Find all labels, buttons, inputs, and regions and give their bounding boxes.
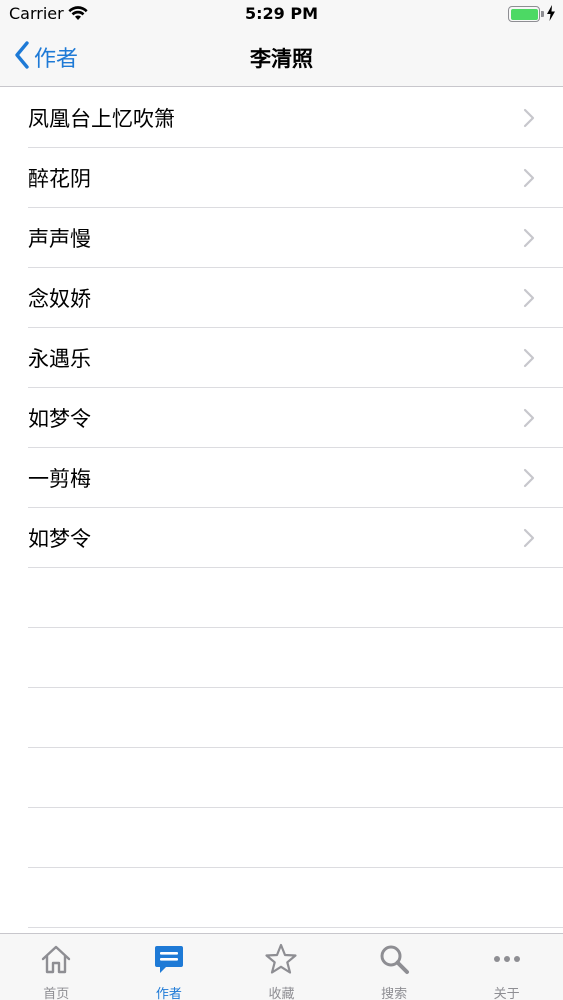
list-item[interactable]: 凤凰台上忆吹箫 xyxy=(0,88,563,148)
list-item-label: 声声慢 xyxy=(28,227,91,251)
empty-row xyxy=(0,808,563,868)
list-item-label: 醉花阴 xyxy=(28,167,91,191)
chevron-right-icon xyxy=(523,408,535,432)
tab-label: 搜索 xyxy=(381,987,408,1000)
tab-home[interactable]: 首页 xyxy=(0,934,113,1000)
list-item[interactable]: 如梦令 xyxy=(0,388,563,448)
chevron-right-icon xyxy=(523,528,535,552)
list-item[interactable]: 声声慢 xyxy=(0,208,563,268)
navigation-bar: 作者 李清照 xyxy=(0,28,563,87)
back-button[interactable]: 作者 xyxy=(14,41,78,73)
chevron-left-icon xyxy=(14,41,30,73)
chat-bubble-icon xyxy=(152,942,186,976)
list-item[interactable]: 醉花阴 xyxy=(0,148,563,208)
empty-row xyxy=(0,868,563,928)
charging-bolt-icon xyxy=(546,5,556,25)
list-item-label: 凤凰台上忆吹箫 xyxy=(28,107,175,131)
more-icon xyxy=(490,942,524,976)
list-item[interactable]: 念奴娇 xyxy=(0,268,563,328)
battery-icon xyxy=(508,6,544,22)
home-icon xyxy=(39,942,73,976)
list-item-label: 如梦令 xyxy=(28,407,91,431)
list-item-label: 永遇乐 xyxy=(28,347,91,371)
empty-row xyxy=(0,748,563,808)
tab-authors[interactable]: 作者 xyxy=(113,934,226,1000)
poem-list: 凤凰台上忆吹箫 醉花阴 声声慢 念奴娇 永遇乐 如梦令 一剪梅 如梦令 xyxy=(0,88,563,933)
chevron-right-icon xyxy=(523,228,535,252)
chevron-right-icon xyxy=(523,348,535,372)
star-icon xyxy=(264,942,298,976)
empty-row xyxy=(0,628,563,688)
chevron-right-icon xyxy=(523,468,535,492)
tab-search[interactable]: 搜索 xyxy=(338,934,451,1000)
app-screen: Carrier 5:29 PM 作者 李清照 凤凰台上忆吹箫 醉花阴 声声慢 念… xyxy=(0,0,563,1000)
carrier-label: Carrier xyxy=(9,4,64,23)
list-item[interactable]: 一剪梅 xyxy=(0,448,563,508)
tab-about[interactable]: 关于 xyxy=(450,934,563,1000)
empty-row xyxy=(0,568,563,628)
tab-label: 关于 xyxy=(493,987,520,1000)
status-bar: Carrier 5:29 PM xyxy=(0,0,563,28)
tab-label: 作者 xyxy=(155,987,182,1000)
list-item-label: 念奴娇 xyxy=(28,287,91,311)
back-button-label: 作者 xyxy=(34,47,79,72)
tab-label: 收藏 xyxy=(268,987,295,1000)
list-item-label: 一剪梅 xyxy=(28,467,91,491)
tab-bar: 首页 作者 收藏 搜索 关于 xyxy=(0,933,563,1000)
chevron-right-icon xyxy=(523,288,535,312)
page-title: 李清照 xyxy=(250,47,313,71)
list-item[interactable]: 如梦令 xyxy=(0,508,563,568)
empty-row xyxy=(0,688,563,748)
list-item[interactable]: 永遇乐 xyxy=(0,328,563,388)
tab-label: 首页 xyxy=(43,987,70,1000)
list-item-label: 如梦令 xyxy=(28,527,91,551)
search-icon xyxy=(377,942,411,976)
chevron-right-icon xyxy=(523,108,535,132)
chevron-right-icon xyxy=(523,168,535,192)
wifi-icon xyxy=(68,6,88,25)
tab-favorites[interactable]: 收藏 xyxy=(225,934,338,1000)
